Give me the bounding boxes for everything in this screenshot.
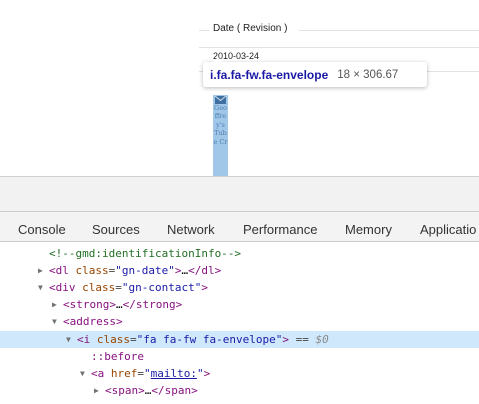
envelope-icon [215, 96, 226, 104]
dom-node-dl[interactable]: ▶ <dl class="gn-date">…</dl> [0, 262, 479, 279]
elements-tree: <!--gmd:identificationInfo--> ▶ <dl clas… [0, 242, 479, 404]
attribute-value: gn-contact [128, 281, 195, 294]
attribute-name: href [110, 367, 138, 380]
tag-name: dl [55, 264, 69, 277]
dom-node-div[interactable]: ▼ <div class="gn-contact"> [0, 279, 479, 296]
tag-name: i [83, 333, 91, 346]
href-link[interactable]: mailto: [151, 367, 197, 380]
tag-name: strong [69, 298, 110, 311]
tab-memory[interactable]: Memory [345, 222, 392, 237]
dom-node-strong[interactable]: ▶ <strong>…</strong> [0, 296, 479, 313]
dom-node-i-selected[interactable]: ▼ <i class="fa fa-fw fa-envelope"> == $0 [0, 331, 479, 348]
collapsed-ellipsis: … [116, 298, 123, 311]
tab-application[interactable]: Applicatio [420, 222, 476, 237]
attribute-value: gn-date [121, 264, 169, 277]
dom-node-span[interactable]: ▶ <span>…</span> [0, 382, 479, 399]
equals-marker: == [295, 333, 309, 346]
inspect-tooltip: i.fa.fa-fw.fa-envelope 18 × 306.67 [203, 57, 427, 87]
collapse-triangle-icon[interactable]: ▼ [66, 331, 71, 348]
devtools-top-strip [0, 176, 479, 211]
dom-node-partial: … [0, 399, 479, 404]
expand-triangle-icon[interactable]: ▶ [94, 382, 99, 399]
expand-triangle-icon[interactable]: ▶ [38, 262, 43, 279]
attribute-name: class [75, 264, 109, 277]
collapse-triangle-icon[interactable]: ▼ [52, 313, 57, 330]
collapse-triangle-icon[interactable]: ▼ [80, 365, 85, 382]
tag-name: div [55, 281, 76, 294]
highlighted-link-text: Geoffrey's Tube Cr [213, 104, 228, 146]
tooltip-selector: i.fa.fa-fw.fa-envelope [210, 67, 329, 82]
partial-text: … [91, 399, 98, 404]
dom-node-pseudo-before[interactable]: ::before [0, 348, 479, 365]
tag-name: dl [201, 264, 215, 277]
tag-name: span [111, 384, 139, 397]
attribute-value: fa fa-fw fa-envelope [143, 333, 276, 346]
tag-name: strong [135, 298, 176, 311]
devtools-tabbar: Console Sources Network Performance Memo… [0, 211, 479, 242]
dom-node-a[interactable]: ▼ <a href="mailto:"> [0, 365, 479, 382]
tag-name: a [97, 367, 105, 380]
attribute-name: class [96, 333, 130, 346]
expand-triangle-icon[interactable]: ▶ [52, 296, 57, 313]
tooltip-arrow [213, 57, 223, 62]
pseudo-element: ::before [91, 350, 144, 363]
tab-performance[interactable]: Performance [243, 222, 317, 237]
divider-line [199, 30, 209, 31]
divider-line [299, 30, 479, 31]
section-label: Date ( Revision ) [213, 23, 288, 34]
comment-text: <!--gmd:identificationInfo--> [49, 247, 242, 260]
divider-line [199, 47, 479, 48]
tab-console[interactable]: Console [18, 222, 66, 237]
tag-name: span [164, 384, 192, 397]
collapse-triangle-icon[interactable]: ▼ [38, 279, 43, 296]
tooltip-dimensions: 18 × 306.67 [337, 68, 399, 81]
tab-network[interactable]: Network [167, 222, 215, 237]
tag-name: address [69, 315, 116, 328]
element-highlight: Geoffrey's Tube Cr [213, 95, 228, 176]
attribute-name: class [82, 281, 116, 294]
tab-sources[interactable]: Sources [92, 222, 140, 237]
console-ref-marker: $0 [315, 333, 329, 346]
page-viewport: Date ( Revision ) 2010-03-24 Geoffrey's … [0, 0, 479, 176]
dom-node-address[interactable]: ▼ <address> [0, 313, 479, 330]
dom-node-comment[interactable]: <!--gmd:identificationInfo--> [0, 245, 479, 262]
